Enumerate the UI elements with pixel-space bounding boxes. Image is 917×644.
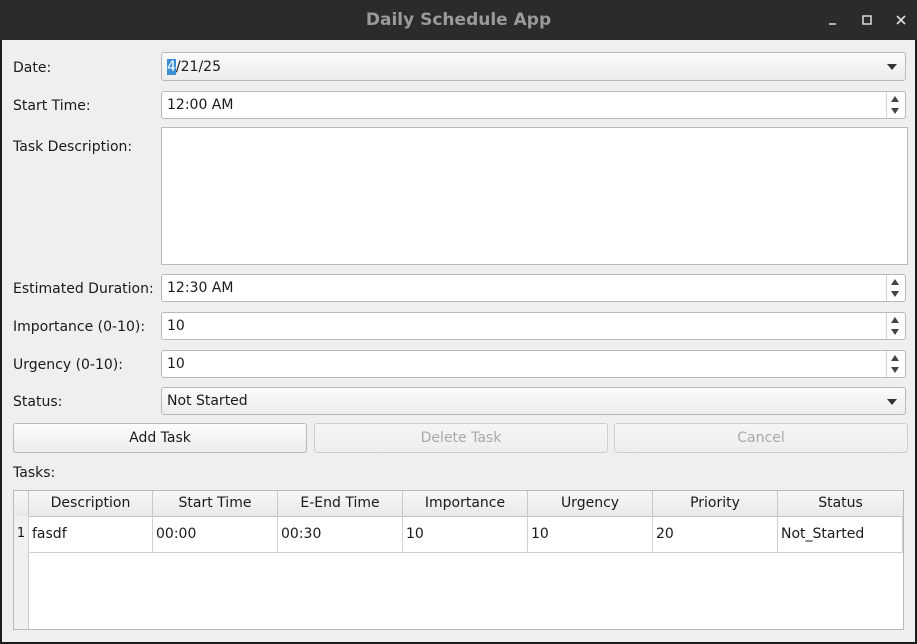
estimated-duration-value[interactable]: 12:30 AM xyxy=(167,280,233,296)
duration-spinner[interactable] xyxy=(886,275,905,301)
importance-value[interactable]: 10 xyxy=(167,318,185,334)
spin-up-icon[interactable] xyxy=(891,317,899,323)
title-bar: Daily Schedule App xyxy=(0,0,917,40)
table-corner[interactable] xyxy=(14,491,28,516)
column-header-end-time[interactable]: E-End Time xyxy=(277,491,402,516)
estimated-duration-label: Estimated Duration: xyxy=(13,281,154,297)
urgency-value[interactable]: 10 xyxy=(167,356,185,372)
spin-up-icon[interactable] xyxy=(891,279,899,285)
column-header-start-time[interactable]: Start Time xyxy=(152,491,277,516)
tasks-label: Tasks: xyxy=(13,465,56,481)
start-time-field[interactable]: 12:00 AM xyxy=(161,91,906,119)
tasks-table[interactable]: Description Start Time E-End Time Import… xyxy=(13,490,904,630)
status-value[interactable]: Not Started xyxy=(167,393,248,409)
maximize-icon xyxy=(862,15,872,25)
column-header-status[interactable]: Status xyxy=(777,491,903,516)
spin-down-icon[interactable] xyxy=(891,367,899,373)
table-cell-status[interactable]: Not_Started xyxy=(777,516,903,553)
table-cell-start-time[interactable]: 00:00 xyxy=(152,516,277,553)
column-header-description[interactable]: Description xyxy=(28,491,152,516)
delete-task-button[interactable]: Delete Task xyxy=(314,423,608,453)
spin-up-icon[interactable] xyxy=(891,96,899,102)
spin-down-icon[interactable] xyxy=(891,329,899,335)
start-time-label: Start Time: xyxy=(13,98,91,114)
minimize-icon xyxy=(829,23,836,25)
status-combo[interactable]: Not Started xyxy=(161,387,906,415)
column-header-importance[interactable]: Importance xyxy=(402,491,527,516)
spin-down-icon[interactable] xyxy=(891,108,899,114)
table-cell-description[interactable]: fasdf xyxy=(28,516,152,553)
date-label: Date: xyxy=(13,60,52,76)
maximize-button[interactable] xyxy=(857,10,877,30)
main-window: Date: 4/21/25 Start Time: 12:00 AM Task … xyxy=(2,40,915,642)
table-cell-end-time[interactable]: 00:30 xyxy=(277,516,402,553)
close-button[interactable] xyxy=(891,10,911,30)
date-rest: /21/25 xyxy=(175,59,221,75)
importance-label: Importance (0-10): xyxy=(13,319,146,335)
estimated-duration-field[interactable]: 12:30 AM xyxy=(161,274,906,302)
date-value[interactable]: 4/21/25 xyxy=(167,59,221,75)
importance-field[interactable]: 10 xyxy=(161,312,906,340)
chevron-down-icon[interactable] xyxy=(887,64,897,70)
date-selected-segment: 4 xyxy=(167,59,176,75)
cancel-button[interactable]: Cancel xyxy=(614,423,908,453)
urgency-field[interactable]: 10 xyxy=(161,350,906,378)
table-cell-urgency[interactable]: 10 xyxy=(527,516,652,553)
start-time-value[interactable]: 12:00 AM xyxy=(167,97,233,113)
table-header: Description Start Time E-End Time Import… xyxy=(14,491,903,517)
table-cell-importance[interactable]: 10 xyxy=(402,516,527,553)
column-header-priority[interactable]: Priority xyxy=(652,491,777,516)
chevron-down-icon[interactable] xyxy=(887,399,897,405)
table-cell-priority[interactable]: 20 xyxy=(652,516,777,553)
close-icon xyxy=(896,15,906,25)
spin-down-icon[interactable] xyxy=(891,291,899,297)
urgency-spinner[interactable] xyxy=(886,351,905,377)
start-time-spinner[interactable] xyxy=(886,92,905,118)
minimize-button[interactable] xyxy=(823,10,843,30)
date-combo[interactable]: 4/21/25 xyxy=(161,52,906,81)
importance-spinner[interactable] xyxy=(886,313,905,339)
window-title: Daily Schedule App xyxy=(365,10,552,30)
status-label: Status: xyxy=(13,394,63,410)
column-header-urgency[interactable]: Urgency xyxy=(527,491,652,516)
urgency-label: Urgency (0-10): xyxy=(13,357,123,373)
task-description-label: Task Description: xyxy=(13,139,133,155)
add-task-button[interactable]: Add Task xyxy=(13,423,307,453)
task-description-textarea[interactable] xyxy=(161,127,908,265)
spin-up-icon[interactable] xyxy=(891,355,899,361)
row-number[interactable]: 1 xyxy=(14,516,28,552)
